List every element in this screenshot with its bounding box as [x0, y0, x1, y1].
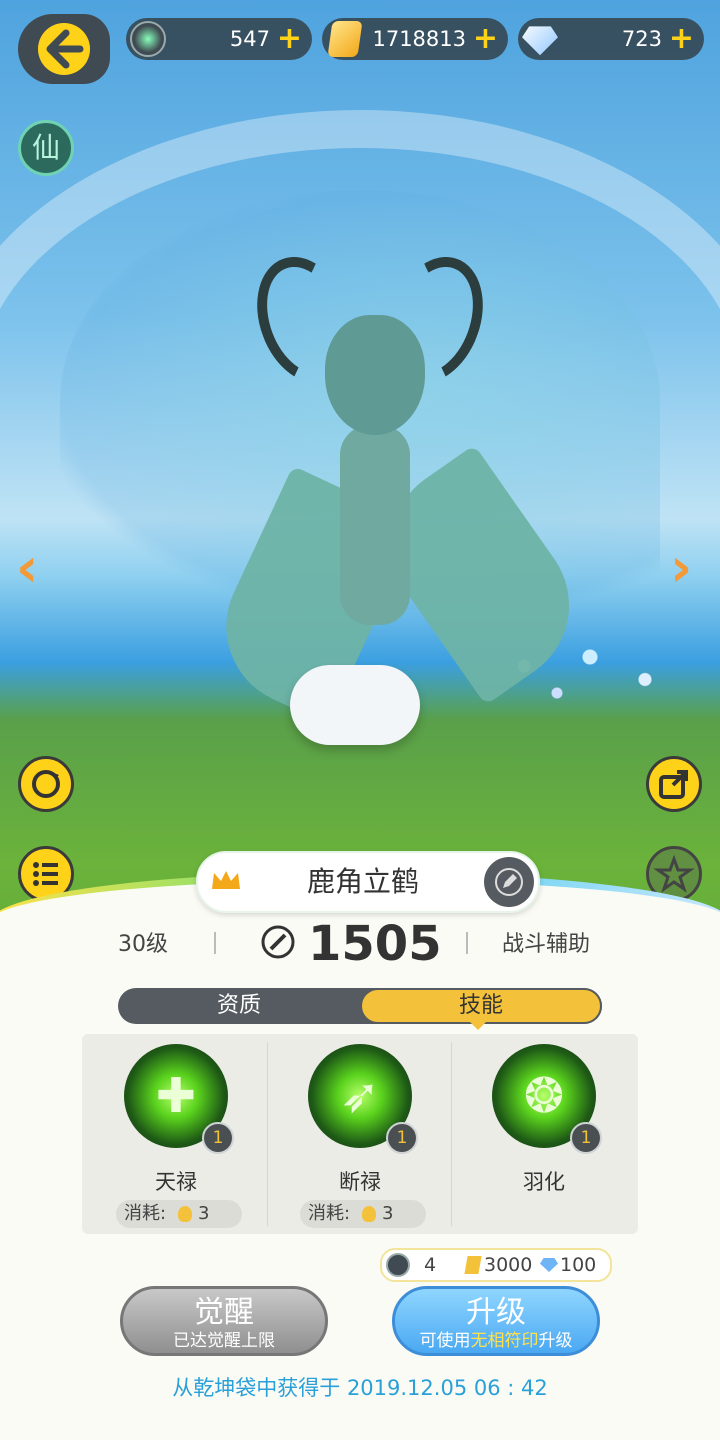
- gold-crystal-icon: [327, 21, 363, 57]
- cloud: [290, 665, 420, 745]
- sword-icon: [261, 925, 295, 959]
- rename-button[interactable]: [484, 857, 534, 907]
- divider: [466, 932, 468, 954]
- pet-body: [340, 425, 410, 625]
- crown-icon: [212, 871, 240, 889]
- pet-name-bar: 鹿角立鹤: [196, 851, 540, 913]
- gold-icon: [464, 1256, 482, 1274]
- combat-power: 1505: [308, 916, 442, 972]
- share-icon: [659, 770, 688, 799]
- pet-level: 30级: [118, 932, 168, 957]
- skill-name: 羽化: [523, 1170, 565, 1194]
- next-pet-arrow-icon[interactable]: ›: [670, 540, 692, 596]
- add-spirit-coin-button[interactable]: +: [277, 18, 302, 60]
- skill-card[interactable]: ❂ 1 羽化: [452, 1034, 636, 1234]
- add-gold-button[interactable]: +: [473, 18, 498, 60]
- skill-level-badge: 1: [570, 1122, 602, 1154]
- skill-level-badge: 1: [386, 1122, 418, 1154]
- add-diamond-button[interactable]: +: [669, 18, 694, 60]
- active-tab-indicator: [470, 1022, 486, 1030]
- skill-name: 天禄: [155, 1170, 197, 1194]
- prev-pet-arrow-icon[interactable]: ‹: [16, 540, 38, 596]
- resource-value: 1718813: [372, 27, 466, 51]
- refresh-button[interactable]: [18, 756, 74, 812]
- diamond-icon: [522, 26, 558, 56]
- skill-name: 断禄: [339, 1170, 381, 1194]
- bulb-icon: [178, 1206, 192, 1222]
- resource-value: 547: [229, 27, 270, 51]
- share-button[interactable]: [646, 756, 702, 812]
- spirit-coin-icon: [386, 1253, 410, 1277]
- diamond-icon: [540, 1258, 558, 1272]
- skill-level-badge: 1: [202, 1122, 234, 1154]
- pet-head: [325, 315, 425, 435]
- skills-list: ✚ 1 天禄 消耗: 3 ➶ 1 断禄 消耗: 3 ❂ 1 羽化: [82, 1034, 638, 1234]
- bulb-icon: [362, 1206, 376, 1222]
- awaken-button[interactable]: 觉醒 已达觉醒上限: [120, 1286, 328, 1356]
- divider: [214, 932, 216, 954]
- pet-stats: 30级 1505 战斗辅助: [0, 912, 720, 976]
- pet-name: 鹿角立鹤: [306, 865, 419, 898]
- refresh-icon: [32, 770, 60, 798]
- skill-cost: 消耗: 3: [116, 1200, 242, 1228]
- skill-card[interactable]: ✚ 1 天禄 消耗: 3: [84, 1034, 268, 1234]
- resource-spirit-coin: 547 +: [126, 18, 312, 60]
- awaken-title: 觉醒: [194, 1295, 254, 1330]
- tab-aptitude[interactable]: 资质: [118, 988, 360, 1024]
- tab-skills[interactable]: 技能: [360, 988, 602, 1024]
- teal-orb-icon: [130, 21, 166, 57]
- back-button[interactable]: [18, 14, 110, 84]
- back-arrow-icon: [38, 23, 90, 75]
- awaken-subtitle: 已达觉醒上限: [173, 1331, 275, 1351]
- tab-bar: 资质 技能: [118, 988, 602, 1024]
- skill-cost: 消耗: 3: [300, 1200, 426, 1228]
- upgrade-button[interactable]: 升级 可使用无相符印升级: [392, 1286, 600, 1356]
- obtained-info: 从乾坤袋中获得于 2019.12.05 06 : 42: [172, 1376, 548, 1400]
- upgrade-subtitle: 可使用无相符印升级: [419, 1331, 573, 1351]
- upgrade-cost: 4 3000 100: [380, 1248, 612, 1282]
- skill-card[interactable]: ➶ 1 断禄 消耗: 3: [268, 1034, 452, 1234]
- resource-diamond: 723 +: [518, 18, 704, 60]
- upgrade-title: 升级: [466, 1295, 526, 1330]
- pencil-icon: [495, 868, 523, 896]
- resource-gold: 1718813 +: [322, 18, 508, 60]
- resource-value: 723: [621, 27, 662, 51]
- pet-role: 战斗辅助: [502, 932, 591, 957]
- pet-character[interactable]: [200, 243, 601, 755]
- xian-badge-button[interactable]: 仙: [18, 120, 74, 176]
